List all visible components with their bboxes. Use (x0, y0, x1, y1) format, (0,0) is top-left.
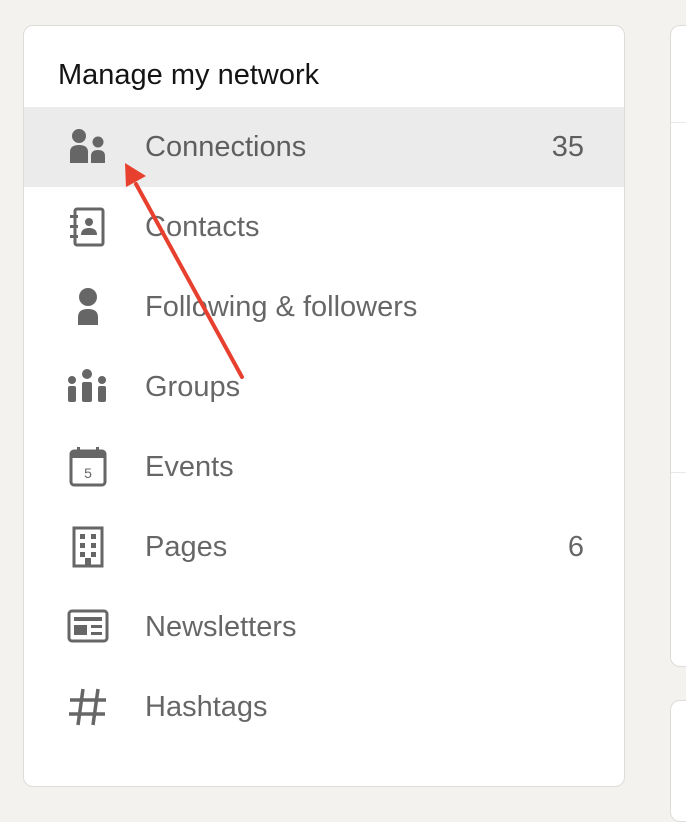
nav-label-following: Following & followers (145, 291, 418, 323)
nav-item-events[interactable]: 5 Events (24, 427, 624, 507)
building-icon (66, 525, 110, 569)
manage-network-panel: Manage my network Connections 35 Contact… (23, 25, 625, 787)
nav-item-following[interactable]: Following & followers (24, 267, 624, 347)
nav-item-pages[interactable]: Pages 6 (24, 507, 624, 587)
address-book-icon (66, 205, 110, 249)
nav-item-hashtags[interactable]: Hashtags (24, 667, 624, 747)
nav-count-connections: 35 (551, 131, 584, 163)
nav-count-pages: 6 (567, 531, 584, 563)
calendar-day: 5 (84, 465, 92, 481)
person-icon (66, 285, 110, 329)
calendar-icon: 5 (66, 445, 110, 489)
nav-label-groups: Groups (145, 371, 241, 403)
network-nav-list: Connections 35 Contacts Following & foll… (24, 107, 624, 747)
nav-label-pages: Pages (145, 531, 228, 563)
nav-label-events: Events (145, 451, 234, 483)
nav-label-connections: Connections (145, 131, 307, 163)
right-content-card (670, 25, 686, 667)
nav-item-groups[interactable]: Groups (24, 347, 624, 427)
newsletter-icon (66, 605, 110, 649)
card-divider (671, 472, 686, 473)
nav-item-connections[interactable]: Connections 35 (24, 107, 624, 187)
nav-item-contacts[interactable]: Contacts (24, 187, 624, 267)
hashtag-icon (66, 685, 110, 729)
nav-label-hashtags: Hashtags (145, 691, 268, 723)
panel-title: Manage my network (58, 59, 320, 91)
nav-label-newsletters: Newsletters (145, 611, 297, 643)
nav-label-contacts: Contacts (145, 211, 260, 243)
people-icon (66, 125, 110, 169)
right-content-card-lower (670, 700, 686, 822)
card-divider (671, 122, 686, 123)
group-icon (66, 365, 110, 409)
nav-item-newsletters[interactable]: Newsletters (24, 587, 624, 667)
